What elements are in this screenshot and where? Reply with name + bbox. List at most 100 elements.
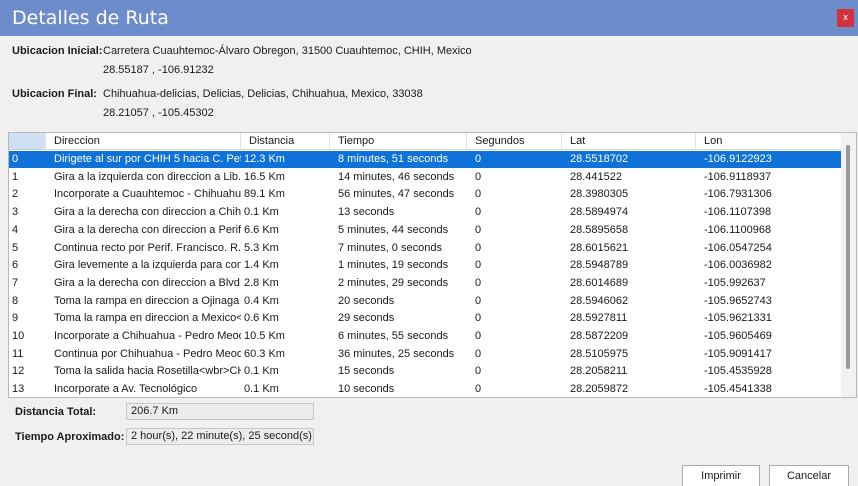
cell-lat: 28.5105975 [570,347,629,360]
vertical-scrollbar[interactable] [841,133,856,397]
cell-segundos: 0 [475,330,482,342]
table-row[interactable]: 13 Incorporate a Av. Tecnológico 0.1 Km 10 … [9,381,841,397]
cell-distancia: 1.4 Km [244,259,279,272]
cell-row-index: 11 [12,347,24,360]
cell-row-index: 3 [12,206,19,219]
table-row[interactable]: 2 Incorporate a Cuauhtemoc - Chihuahua<..… [9,186,841,203]
route-steps-grid[interactable]: Direccion Distancia Tiempo Segundos Lat Lon 0… [8,132,857,398]
table-row[interactable]: 1 Gira a la izquierda con direccion a Lib… [9,169,841,186]
cell-segundos: 0 [475,294,482,307]
table-row[interactable]: 8 Toma la rampa en direccion a Ojinaga 0.4… [9,293,841,310]
cell-distancia: 0.1 Km [244,365,279,378]
cell-row-index: 2 [12,188,19,201]
approx-time-field: 2 hour(s), 22 minute(s), 25 second(s) [126,428,314,445]
column-header-direccion[interactable]: Direccion [46,133,241,150]
cell-distancia: 16.5 Km [244,170,285,183]
cell-direccion: Continua recto por Perif. Francisco. R. … [54,241,241,254]
cell-tiempo: 8 minutes, 51 seconds [338,153,449,165]
cell-row-index: 5 [12,241,19,254]
cell-tiempo: 20 seconds [338,294,395,307]
cell-row-index: 9 [12,312,19,325]
cell-lon: -105.9091417 [704,347,772,360]
total-distance-field: 206.7 Km [126,403,314,420]
cell-distancia: 0.4 Km [244,294,279,307]
table-row[interactable]: 3 Gira a la derecha con direccion a Chihu… [9,204,841,221]
cell-direccion: Incorporate a Chihuahua - Pedro Meoqui..… [54,330,241,342]
close-icon[interactable]: x [837,9,854,27]
cell-distancia: 2.8 Km [244,276,279,289]
cell-segundos: 0 [475,223,482,236]
cell-direccion: Incorporate a Av. Tecnológico [54,383,198,396]
table-row[interactable]: 4 Gira a la derecha con direccion a Perif… [9,222,841,239]
cell-tiempo: 56 minutes, 47 seconds [338,188,455,201]
cell-distancia: 12.3 Km [244,153,285,165]
cell-direccion: Toma la salida hacia Rosetilla<wbr>CHI..… [54,365,241,378]
cell-lat: 28.2059872 [570,383,629,396]
cell-lat: 28.5946062 [570,294,629,307]
table-row[interactable]: 7 Gira a la derecha con direccion a Blvd.… [9,275,841,292]
cell-row-index: 12 [12,365,25,378]
cell-segundos: 0 [475,259,482,272]
cell-direccion: Continua por Chihuahua - Pedro Meoqui... [54,347,241,360]
table-row[interactable]: 9 Toma la rampa en direccion a Mexico<w..… [9,310,841,327]
table-row[interactable]: 6 Gira levemente a la izquierda para cont… [9,257,841,274]
column-header-tiempo[interactable]: Tiempo [330,133,467,150]
cell-row-index: 8 [12,294,19,307]
cell-distancia: 10.5 Km [244,330,285,342]
cell-distancia: 0.6 Km [244,312,279,325]
cell-lon: -106.1100968 [704,223,772,236]
cell-tiempo: 2 minutes, 29 seconds [338,276,449,289]
cell-tiempo: 7 minutes, 0 seconds [338,241,442,254]
total-distance-label: Distancia Total: [15,406,97,418]
column-header-lon[interactable]: Lon [696,133,844,150]
cell-lat: 28.5927811 [570,312,628,325]
cell-segundos: 0 [475,188,482,201]
start-location-address: Carretera Cuauhtemoc-Álvaro Obregon, 315… [103,45,472,57]
cell-lat: 28.441522 [570,170,622,183]
cell-row-index: 6 [12,259,19,272]
cell-distancia: 89.1 Km [244,188,285,201]
column-header-lat[interactable]: Lat [562,133,696,150]
cell-lon: -106.9118937 [704,170,772,183]
column-header-row-index[interactable] [9,133,46,150]
cell-lat: 28.5948789 [570,259,629,272]
cell-lon: -105.9621331 [704,312,772,325]
cell-row-index: 7 [12,276,19,289]
cell-lat: 28.5894974 [570,206,629,219]
end-location-address: Chihuahua-delicias, Delicias, Delicias, … [103,88,423,100]
table-row[interactable]: 12 Toma la salida hacia Rosetilla<wbr>CHI… [9,363,841,380]
cell-segundos: 0 [475,170,482,183]
cell-direccion: Dirigete al sur por CHIH 5 hacia C. Pete… [54,153,241,165]
table-row[interactable]: 10 Incorporate a Chihuahua - Pedro Meoqui… [9,328,841,345]
cell-distancia: 6.6 Km [244,223,279,236]
cell-tiempo: 13 seconds [338,206,395,219]
scrollbar-thumb[interactable] [846,145,850,369]
table-row[interactable]: 11 Continua por Chihuahua - Pedro Meoqui.… [9,346,841,363]
cell-segundos: 0 [475,241,482,254]
cell-lat: 28.5895658 [570,223,629,236]
cell-direccion: Incorporate a Cuauhtemoc - Chihuahua<... [54,188,241,201]
column-header-distancia[interactable]: Distancia [241,133,330,150]
cancel-button[interactable]: Cancelar [769,465,849,486]
cell-lon: -106.0547254 [704,241,772,254]
cell-lat: 28.2058211 [570,365,628,378]
title-bar: Detalles de Ruta x [0,0,858,36]
cell-tiempo: 14 minutes, 46 seconds [338,170,455,183]
cell-row-index: 4 [12,223,19,236]
cell-direccion: Gira a la derecha con direccion a Perif.… [54,223,241,236]
table-row[interactable]: 5 Continua recto por Perif. Francisco. R.… [9,240,841,257]
cell-segundos: 0 [475,153,482,165]
window-title: Detalles de Ruta [12,7,169,29]
cell-lat: 28.6014689 [570,276,629,289]
cell-tiempo: 1 minutes, 19 seconds [338,259,449,272]
cell-tiempo: 6 minutes, 55 seconds [338,330,449,342]
print-button[interactable]: Imprimir [682,465,760,486]
cell-direccion: Toma la rampa en direccion a Mexico<w... [54,312,241,325]
cell-segundos: 0 [475,312,482,325]
start-location-coords: 28.55187 , -106.91232 [103,64,214,76]
cell-lat: 28.5518702 [570,153,629,165]
cell-segundos: 0 [475,365,482,378]
cell-lon: -105.9652743 [704,294,772,307]
column-header-segundos[interactable]: Segundos [467,133,562,150]
table-row[interactable]: 0 Dirigete al sur por CHIH 5 hacia C. Pet… [9,151,841,168]
